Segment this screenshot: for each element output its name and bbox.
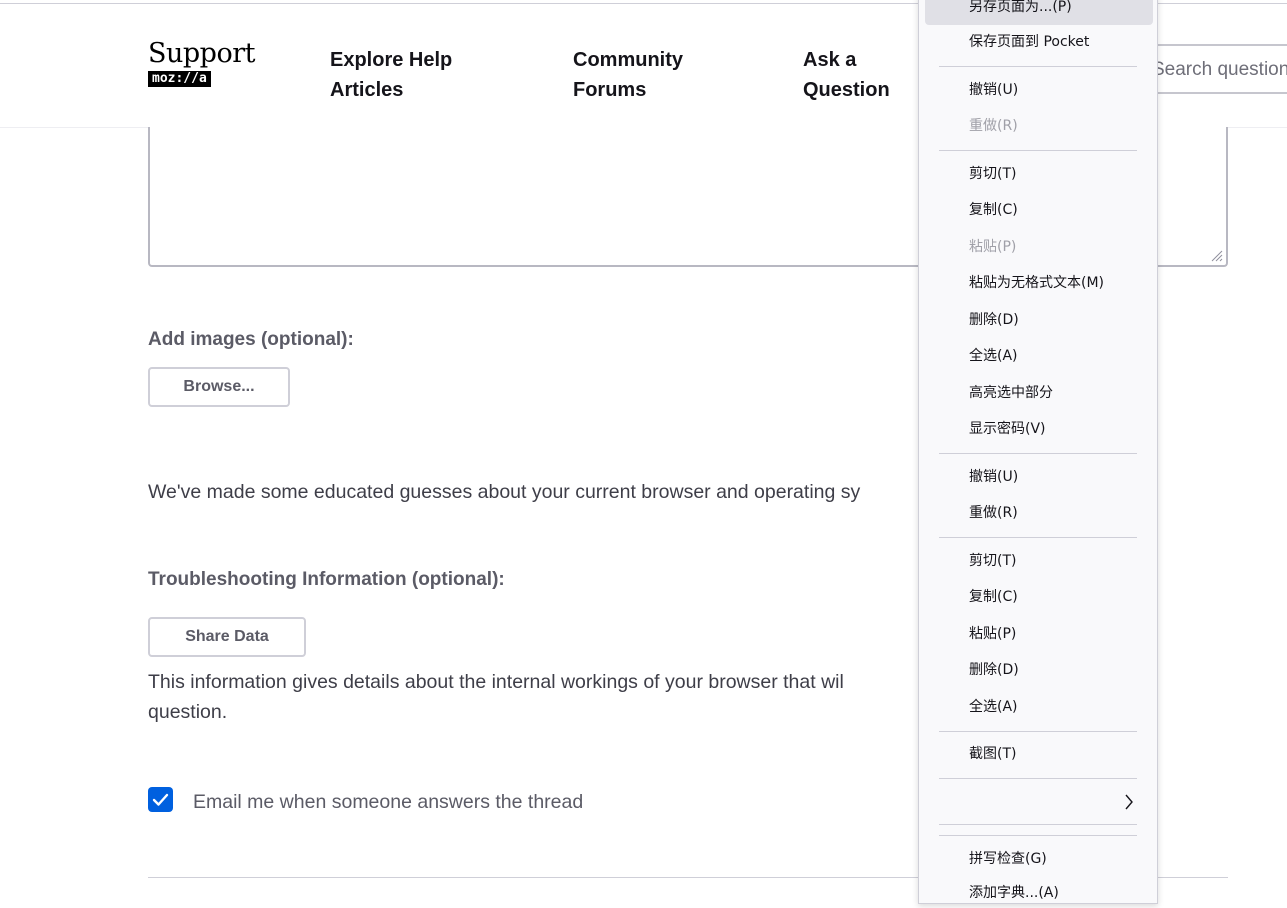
menu-item-submenu[interactable] [969,787,1139,817]
nav-ask-a-question[interactable]: Ask a Question [803,45,890,105]
troubleshooting-label: Troubleshooting Information (optional): [148,569,505,590]
browser-guess-text: We've made some educated guesses about y… [148,481,861,503]
menu-item-add-dictionary[interactable]: 添加字典...(A) [969,878,1059,908]
nav-label-line2: Forums [573,79,647,101]
menu-item-delete-2[interactable]: 删除(D) [969,655,1019,685]
menu-item-save-page-as[interactable]: 另存页面为...(P) [969,0,1072,22]
nav-label-line1: Explore Help [330,49,453,71]
menu-separator [939,731,1137,732]
menu-item-delete[interactable]: 删除(D) [969,305,1019,335]
search-input[interactable]: Search questions [1140,44,1287,94]
menu-item-show-password[interactable]: 显示密码(V) [969,414,1046,444]
context-menu: 另存页面为...(P) 保存页面到 Pocket 撤销(U) 重做(R) 剪切(… [918,0,1158,904]
resize-grip-icon[interactable] [1209,248,1223,262]
checkmark-icon [152,793,169,806]
nav-label-line2: Question [803,79,890,101]
menu-item-select-all[interactable]: 全选(A) [969,341,1018,371]
mozilla-logo: moz://a [148,71,211,87]
logo-word: Support [148,38,255,69]
menu-item-copy[interactable]: 复制(C) [969,195,1018,225]
menu-item-cut-2[interactable]: 剪切(T) [969,546,1016,576]
menu-item-undo[interactable]: 撤销(U) [969,75,1018,105]
menu-item-spellcheck[interactable]: 拼写检查(G) [969,844,1047,874]
share-data-button[interactable]: Share Data [148,617,306,657]
menu-item-undo-2[interactable]: 撤销(U) [969,462,1018,492]
nav-label-line2: Articles [330,79,404,101]
browse-button[interactable]: Browse... [148,367,290,407]
menu-separator [939,824,1137,825]
support-logo[interactable]: Support moz://a [148,40,255,87]
menu-item-paste-2[interactable]: 粘贴(P) [969,619,1016,649]
nav-explore-help-articles[interactable]: Explore Help Articles [330,45,452,105]
email-notify-checkbox[interactable] [148,787,173,812]
menu-separator [939,453,1137,454]
nav-label-line1: Community [573,49,683,71]
menu-item-cut[interactable]: 剪切(T) [969,159,1016,189]
menu-separator [939,537,1137,538]
search-placeholder: Search questions [1152,59,1287,80]
troubleshooting-info-line1: This information gives details about the… [148,671,844,693]
menu-item-select-all-2[interactable]: 全选(A) [969,692,1018,722]
menu-item-paste[interactable]: 粘贴(P) [969,232,1016,262]
menu-item-paste-plain-text[interactable]: 粘贴为无格式文本(M) [969,268,1104,298]
chevron-right-icon [1125,794,1133,810]
menu-separator [939,835,1137,836]
menu-item-redo[interactable]: 重做(R) [969,111,1018,141]
menu-item-copy-2[interactable]: 复制(C) [969,582,1018,612]
email-notify-label[interactable]: Email me when someone answers the thread [193,787,583,817]
menu-item-screenshot[interactable]: 截图(T) [969,739,1016,769]
menu-item-save-to-pocket[interactable]: 保存页面到 Pocket [969,27,1089,57]
menu-separator [939,778,1137,779]
menu-item-highlight-selection[interactable]: 高亮选中部分 [969,378,1053,408]
nav-community-forums[interactable]: Community Forums [573,45,683,105]
menu-item-redo-2[interactable]: 重做(R) [969,498,1018,528]
nav-label-line1: Ask a [803,49,857,71]
menu-separator [939,150,1137,151]
add-images-label: Add images (optional): [148,329,354,350]
menu-separator [939,66,1137,67]
troubleshooting-info-line2: question. [148,701,228,723]
